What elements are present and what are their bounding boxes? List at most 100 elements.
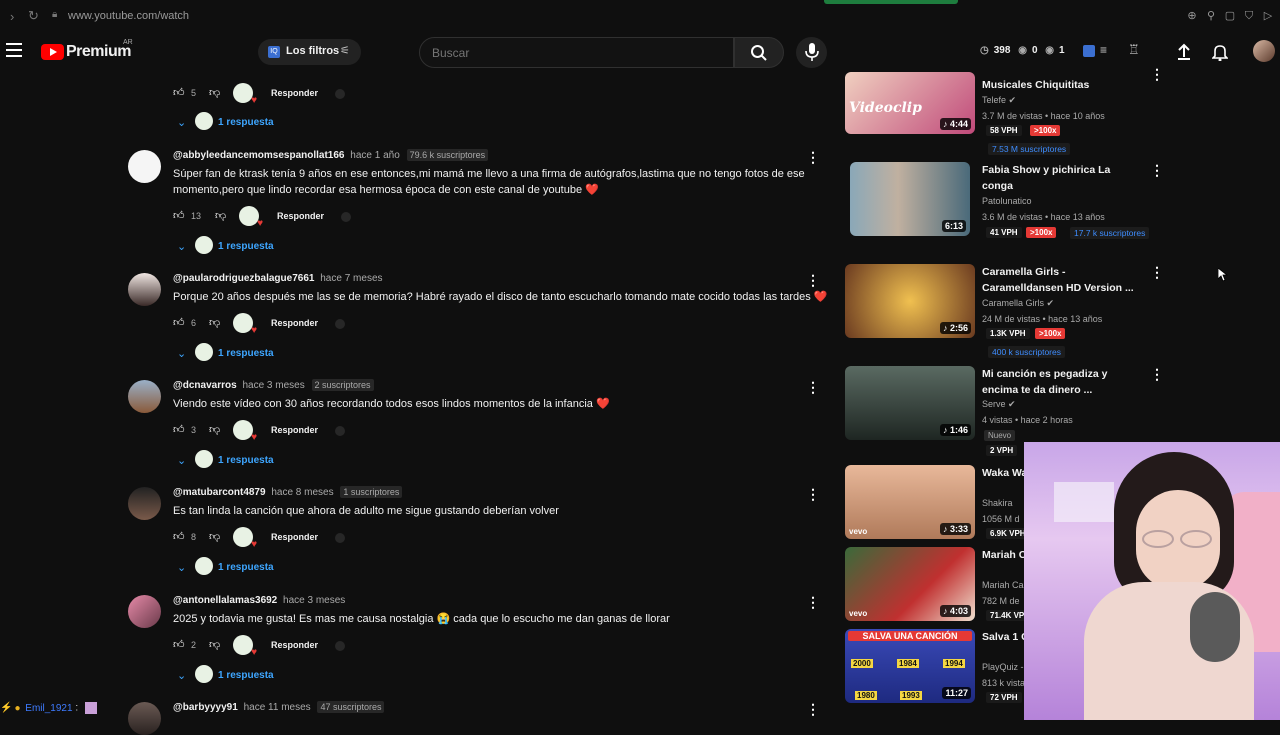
video-channel[interactable]: Mariah Ca [982, 580, 1024, 590]
comment-time[interactable]: hace 7 meses [320, 273, 382, 284]
voice-search-button[interactable] [796, 37, 827, 68]
comment-item: @barbyyyy91 hace 11 meses 47 suscriptore… [128, 701, 828, 735]
avatar[interactable] [128, 273, 161, 306]
video-thumbnail[interactable]: vevo ♪ 3:33 [845, 465, 975, 539]
extension-stats: ◷ 398 ◉ 0 ◉ 1 [980, 45, 1070, 56]
youtube-logo-icon[interactable] [41, 44, 64, 60]
video-thumbnail[interactable]: ♪ 1:46 [845, 366, 975, 440]
comment-author[interactable]: @abbyleedancemomsespanollat166 [173, 150, 345, 161]
reply-extra-icon[interactable] [335, 89, 345, 99]
url-bar[interactable]: www.youtube.com/watch [68, 10, 189, 22]
forward-icon[interactable]: ▷ [1262, 10, 1274, 22]
avatar[interactable] [128, 487, 161, 520]
dislike-icon[interactable]: 👎︎ [209, 86, 223, 100]
reply-button[interactable]: Responder [271, 532, 318, 542]
dislike-icon[interactable]: 👎︎ [209, 423, 223, 437]
video-channel[interactable]: Serve ✔ [982, 399, 1016, 410]
video-title[interactable]: Caramella Girls - Caramelldansen HD Vers… [982, 264, 1142, 296]
reply-extra-icon[interactable] [335, 319, 345, 329]
related-video[interactable]: ♪ 1:46 Mi canción es pegadiza y encima t… [845, 366, 1165, 456]
comment-author[interactable]: @antonellalamas3692 [173, 595, 277, 606]
menu-icon[interactable] [6, 43, 22, 57]
chat-username[interactable]: Emil_1921 [25, 703, 72, 714]
comment-time[interactable]: hace 3 meses [283, 595, 345, 606]
video-channel[interactable]: PlayQuiz - [982, 662, 1024, 672]
reply-extra-icon[interactable] [335, 641, 345, 651]
search-button[interactable] [734, 37, 784, 68]
avatar[interactable] [128, 380, 161, 413]
video-channel[interactable]: Shakira [982, 498, 1013, 508]
bell-icon[interactable] [1212, 43, 1228, 61]
avatar[interactable] [128, 702, 161, 735]
reply-button[interactable]: Responder [271, 640, 318, 650]
search-input[interactable] [432, 46, 712, 60]
video-title[interactable]: Musicales Chiquititas [982, 77, 1142, 93]
more-options-icon[interactable]: ⋮ [1150, 162, 1164, 179]
dislike-icon[interactable]: 👎︎ [209, 316, 223, 330]
window-icon[interactable]: ▢ [1224, 10, 1236, 22]
filters-button[interactable]: IQ Los filtros ⚟ [258, 39, 361, 65]
dislike-icon[interactable]: 👎︎ [209, 530, 223, 544]
video-thumbnail[interactable]: 6:13 [850, 162, 970, 236]
more-options-icon[interactable]: ⋮ [1150, 366, 1164, 383]
search-box[interactable] [419, 37, 734, 68]
more-options-icon[interactable]: ⋮ [806, 149, 820, 166]
comment-author[interactable]: @paularodriguezbalague7661 [173, 273, 314, 284]
trophy-icon[interactable]: ♖ [1128, 42, 1140, 58]
logo-text[interactable]: Premium [66, 43, 131, 61]
video-title[interactable]: Mi canción es pegadiza y encima te da di… [982, 366, 1142, 398]
more-options-icon[interactable]: ⋮ [806, 272, 820, 289]
reload-icon[interactable]: ↻ [28, 8, 39, 24]
comment-author[interactable]: @barbyyyy91 [173, 702, 238, 713]
like-icon[interactable]: 👍︎ [173, 209, 187, 223]
more-options-icon[interactable]: ⋮ [1150, 66, 1164, 83]
dislike-icon[interactable]: 👎︎ [209, 638, 223, 652]
extension-icon[interactable]: ⚲ [1205, 10, 1217, 22]
reply-button[interactable]: Responder [271, 425, 318, 435]
reply-extra-icon[interactable] [335, 426, 345, 436]
video-channel[interactable]: Patolunatico [982, 196, 1032, 206]
more-options-icon[interactable]: ⋮ [806, 594, 820, 611]
comment-author[interactable]: @matubarcont4879 [173, 487, 266, 498]
dislike-icon[interactable]: 👎︎ [215, 209, 229, 223]
comment-author[interactable]: @dcnavarros [173, 380, 237, 391]
video-thumbnail[interactable]: Videoclip ♪ 4:44 [845, 72, 975, 134]
comment-time[interactable]: hace 8 meses [271, 487, 333, 498]
subscribers-badge: 17.7 k suscriptores [1070, 227, 1150, 239]
video-thumbnail[interactable]: ♪ 2:56 [845, 264, 975, 338]
like-icon[interactable]: 👍︎ [173, 423, 187, 437]
reply-button[interactable]: Responder [277, 211, 324, 221]
related-video[interactable]: Videoclip ♪ 4:44 Musicales Chiquititas T… [845, 66, 1165, 155]
video-thumbnail[interactable]: SALVA UNA CANCIÓN 2000 1984 1994 1980 19… [845, 629, 975, 703]
comment-time[interactable]: hace 1 año [350, 150, 400, 161]
video-channel[interactable]: Caramella Girls ✔ [982, 298, 1054, 309]
reply-button[interactable]: Responder [271, 88, 318, 98]
like-icon[interactable]: 👍︎ [173, 638, 187, 652]
video-thumbnail[interactable]: vevo ♪ 4:03 [845, 547, 975, 621]
reply-extra-icon[interactable] [335, 533, 345, 543]
related-video[interactable]: 6:13 Fabia Show y pichirica La conga Pat… [845, 162, 1165, 242]
more-options-icon[interactable]: ⋮ [806, 379, 820, 396]
reply-extra-icon[interactable] [341, 212, 351, 222]
related-video[interactable]: ♪ 2:56 Caramella Girls - Caramelldansen … [845, 264, 1165, 358]
video-channel[interactable]: Telefe ✔ [982, 95, 1016, 106]
more-options-icon[interactable]: ⋮ [806, 486, 820, 503]
list-icon[interactable]: ≡ [1100, 43, 1107, 57]
reply-button[interactable]: Responder [271, 318, 318, 328]
video-title[interactable]: Fabia Show y pichirica La conga [982, 162, 1142, 194]
comment-time[interactable]: hace 3 meses [242, 380, 304, 391]
upload-icon[interactable] [1176, 43, 1192, 61]
iq-extension-icon[interactable] [1083, 45, 1095, 57]
like-icon[interactable]: 👍︎ [173, 530, 187, 544]
avatar[interactable] [128, 595, 161, 628]
more-options-icon[interactable]: ⋮ [806, 701, 820, 718]
zoom-icon[interactable]: ⊕ [1186, 10, 1198, 22]
back-icon[interactable]: › [10, 9, 14, 24]
like-icon[interactable]: 👍︎ [173, 316, 187, 330]
like-icon[interactable]: 👍︎ [173, 86, 187, 100]
avatar[interactable] [128, 150, 161, 183]
comment-time[interactable]: hace 11 meses [244, 702, 311, 713]
shield-icon[interactable]: ⛉ [1243, 10, 1255, 22]
more-options-icon[interactable]: ⋮ [1150, 264, 1164, 281]
avatar[interactable] [1253, 40, 1275, 62]
